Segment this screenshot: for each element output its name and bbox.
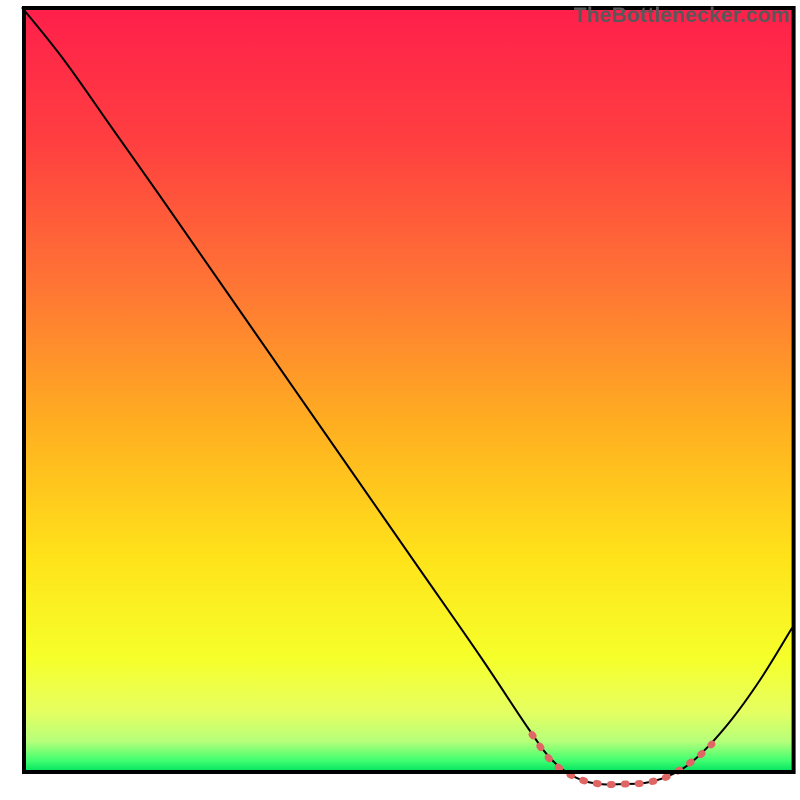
bottleneck-chart xyxy=(0,0,800,800)
chart-frame: TheBottlenecker.com xyxy=(0,0,800,800)
chart-background xyxy=(24,8,794,772)
watermark-text: TheBottlenecker.com xyxy=(574,4,790,28)
